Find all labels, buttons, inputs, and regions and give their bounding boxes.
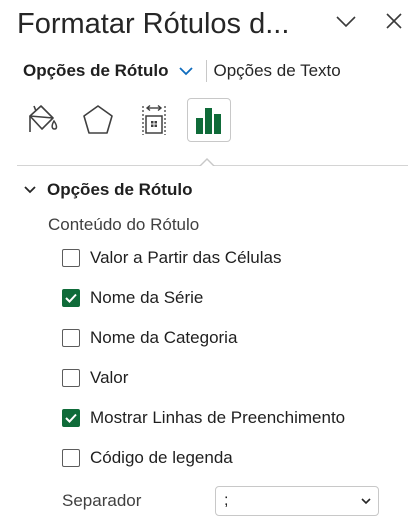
checkmark-icon [65, 293, 77, 303]
selection-pointer-fill [200, 160, 214, 167]
separator-dropdown[interactable]: ; [215, 486, 379, 516]
chevron-down-icon [24, 186, 36, 194]
checkbox-label: Valor a Partir das Células [90, 248, 282, 267]
tab-label-options[interactable]: Opções de Rótulo [23, 61, 194, 81]
label-options-section-header[interactable]: Opções de Rótulo [23, 178, 192, 202]
checkbox-box[interactable] [62, 409, 80, 427]
tab-divider [206, 60, 208, 82]
tab-text-options[interactable]: Opções de Texto [213, 61, 340, 81]
checkbox-label: Nome da Categoria [90, 328, 238, 347]
checkbox-box[interactable] [62, 369, 80, 387]
pane-options-button[interactable] [332, 8, 360, 34]
checkbox-legend-key[interactable]: Código de legenda [62, 447, 233, 469]
pane-title: Formatar Rótulos d... [17, 8, 290, 40]
checkbox-value[interactable]: Valor [62, 367, 128, 389]
chevron-down-icon [336, 16, 356, 28]
checkbox-value-from-cells[interactable]: Valor a Partir das Células [62, 247, 282, 269]
size-properties-button[interactable] [132, 98, 176, 142]
size-properties-icon [142, 104, 166, 135]
checkbox-label: Nome da Série [90, 288, 204, 307]
checkbox-label: Código de legenda [90, 448, 233, 467]
checkbox-box[interactable] [62, 449, 80, 467]
effects-button[interactable] [76, 98, 120, 142]
checkbox-box[interactable] [62, 289, 80, 307]
chevron-down-icon [179, 67, 194, 76]
checkbox-box[interactable] [62, 249, 80, 267]
pentagon-icon [83, 105, 113, 134]
label-contains-heading: Conteúdo do Rótulo [48, 215, 200, 234]
checkbox-label: Mostrar Linhas de Preenchimento [90, 408, 346, 427]
close-icon [386, 13, 402, 29]
label-options-button[interactable] [187, 98, 231, 142]
tab-label-options-text: Opções de Rótulo [23, 61, 169, 80]
chevron-down-icon [361, 498, 371, 505]
option-tabs: Opções de Rótulo Opções de Texto [23, 60, 341, 82]
checkbox-show-leader-lines[interactable]: Mostrar Linhas de Preenchimento [62, 407, 345, 429]
checkmark-icon [65, 413, 77, 423]
separator-label: Separador [62, 491, 142, 510]
fill-line-button[interactable] [20, 98, 64, 142]
close-pane-button[interactable] [380, 8, 408, 34]
checkbox-series-name[interactable]: Nome da Série [62, 287, 203, 309]
checkbox-box[interactable] [62, 329, 80, 347]
paint-bucket-icon [29, 105, 58, 132]
checkbox-category-name[interactable]: Nome da Categoria [62, 327, 237, 349]
section-title: Opções de Rótulo [47, 180, 193, 199]
separator-value: ; [224, 492, 229, 509]
bar-chart-icon [196, 108, 221, 134]
checkbox-label: Valor [90, 368, 129, 387]
